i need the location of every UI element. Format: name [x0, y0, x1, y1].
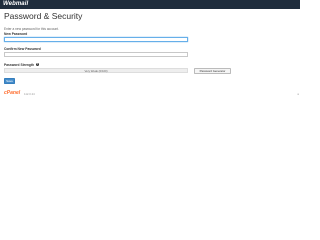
- info-icon[interactable]: ?: [35, 62, 40, 67]
- top-bar: Webmail: [0, 0, 300, 9]
- save-button[interactable]: Save: [4, 78, 15, 84]
- password-strength-text: Very Weak (0/100): [84, 69, 108, 73]
- confirm-password-label: Confirm New Password: [4, 47, 41, 51]
- new-password-field[interactable]: [4, 37, 188, 42]
- password-strength-row: Password Strength ?: [4, 62, 40, 67]
- password-generator-button[interactable]: Password Generator: [194, 68, 231, 74]
- webmail-logo[interactable]: Webmail: [3, 1, 28, 8]
- password-strength-meter: Very Weak (0/100): [4, 68, 188, 73]
- version-text: 112.0.24: [24, 91, 35, 96]
- cpanel-logo[interactable]: cPanel: [4, 90, 20, 96]
- menu-icon[interactable]: ≡: [297, 92, 299, 96]
- password-strength-label: Password Strength: [4, 62, 35, 67]
- page-title: Password & Security: [4, 11, 83, 21]
- confirm-password-field[interactable]: [4, 52, 188, 57]
- new-password-label: New Password: [4, 32, 28, 36]
- instruction-text: Enter a new password for this account.: [4, 27, 59, 31]
